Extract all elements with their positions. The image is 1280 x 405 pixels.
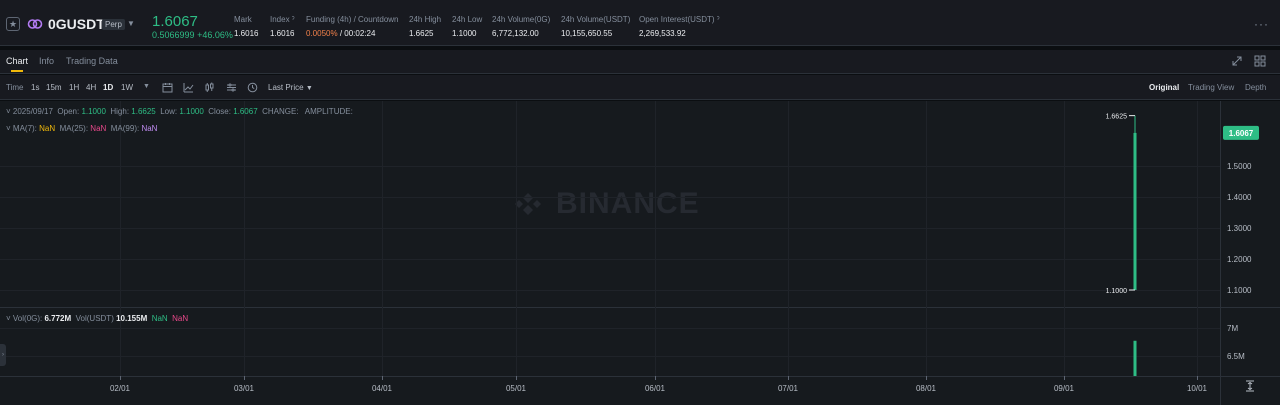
x-tick-label: 05/01 [506, 384, 527, 393]
y-tick-label: 1.3000 [1227, 224, 1252, 233]
legend-vol-ma2: NaN [172, 314, 189, 323]
legend-vol-ma1: NaN [151, 314, 168, 323]
candle-body [1133, 132, 1137, 290]
stat-funding: Funding (4h) / Countdown 0.0050% / 00:02… [306, 15, 399, 38]
x-tick-label: 03/01 [234, 384, 255, 393]
x-tick-label: 07/01 [778, 384, 799, 393]
ticker-header: ★ 0GUSDT Perp ▼ 1.6067 0.5066999 +46.06%… [0, 0, 1280, 46]
stat-index[interactable]: Index ˀ 1.6016 [270, 15, 295, 38]
price-mode-label: Last Price [268, 83, 304, 92]
indicator-settings-icon[interactable] [226, 82, 237, 93]
view-original[interactable]: Original [1149, 83, 1179, 92]
legend-close: 1.6067 [233, 107, 258, 116]
candlestick-icon[interactable] [204, 82, 215, 93]
expand-icon[interactable] [1231, 55, 1243, 67]
clock-icon[interactable] [247, 82, 258, 93]
legend-collapse-caret-icon[interactable]: ˅ [6, 107, 11, 116]
interval-1w[interactable]: 1W [121, 83, 133, 92]
interval-toolbar: Time 1s 15m 1H 4H 1D 1W ▼ Last Price ▼ O… [0, 75, 1280, 100]
last-price: 1.6067 [152, 13, 198, 30]
price-change: 0.5066999 +46.06% [152, 30, 233, 40]
price-chart[interactable]: 02/01 03/01 04/01 05/01 06/01 07/01 08/01 09/01… [0, 101, 1280, 405]
chart-scroll-handle[interactable]: › [0, 344, 6, 366]
legend-vol-usdt: 10.155M [116, 314, 148, 323]
interval-15m[interactable]: 15m [46, 83, 62, 92]
interval-1d[interactable]: 1D [103, 83, 113, 92]
funding-countdown: / 00:02:24 [337, 29, 376, 38]
stat-open-interest[interactable]: Open Interest(USDT) ˀ 2,269,533.92 [639, 15, 720, 38]
legend-ma25: NaN [90, 124, 107, 133]
legend-date: 2025/09/17 [12, 107, 53, 116]
interval-1s[interactable]: 1s [31, 83, 39, 92]
line-chart-icon[interactable] [183, 82, 194, 93]
price-mode-select[interactable]: Last Price ▼ [268, 83, 313, 92]
stat-mark: Mark 1.6016 [234, 15, 259, 38]
y-tick-label: 1.1000 [1227, 286, 1252, 295]
view-trading-view[interactable]: Trading View [1188, 83, 1234, 92]
tab-info[interactable]: Info [39, 56, 54, 66]
volume-y-tick-label: 6.5M [1227, 352, 1245, 361]
y-tick-label: 1.5000 [1227, 162, 1252, 171]
layout-grid-icon[interactable] [1254, 55, 1266, 67]
more-options-icon[interactable]: ··· [1254, 17, 1269, 31]
chart-tabs: Chart Info Trading Data [0, 50, 1280, 74]
volume-collapse-caret-icon[interactable]: ˅ [6, 314, 11, 323]
y-tick-label: 1.2000 [1227, 255, 1252, 264]
tab-chart[interactable]: Chart [6, 56, 28, 66]
interval-1h[interactable]: 1H [69, 83, 79, 92]
low-marker-label: 1.1000 [1106, 288, 1128, 295]
x-tick-label: 08/01 [916, 384, 937, 393]
volume-y-tick-label: 7M [1227, 324, 1238, 333]
interval-label-time: Time [6, 83, 24, 92]
ma-legend: ˅ MA(7): NaN MA(25): NaN MA(99): NaN [6, 124, 158, 133]
price-mode-caret-icon: ▼ [305, 85, 313, 92]
interval-4h[interactable]: 4H [86, 83, 96, 92]
volume-legend: ˅ Vol(0G): 6.772M Vol(USDT) 10.155M NaN … [6, 314, 189, 323]
legend-high: 1.6625 [131, 107, 156, 116]
legend-ma99: NaN [141, 124, 158, 133]
y-tick-label: 1.4000 [1227, 193, 1252, 202]
stat-24h-volume-usdt: 24h Volume(USDT) 10,155,650.55 [561, 15, 631, 38]
tab-trading-data[interactable]: Trading Data [66, 56, 118, 66]
active-tab-indicator [11, 70, 23, 72]
stat-24h-high: 24h High 1.6625 [409, 15, 442, 38]
legend-amplitude: AMPLITUDE: [304, 107, 353, 116]
funding-rate: 0.0050% [306, 29, 338, 38]
stat-24h-low: 24h Low 1.1000 [452, 15, 483, 38]
legend-low: 1.1000 [179, 107, 204, 116]
legend-open: 1.1000 [81, 107, 106, 116]
legend-change: CHANGE: [262, 107, 299, 116]
x-tick-label: 10/01 [1187, 384, 1208, 393]
contract-type-badge: Perp [102, 19, 125, 30]
symbol-dropdown-caret-icon[interactable]: ▼ [127, 19, 135, 28]
autoscale-icon[interactable] [1244, 380, 1256, 392]
x-tick-label: 04/01 [372, 384, 393, 393]
legend-vol-0g: 6.772M [44, 314, 72, 323]
chart-area[interactable]: BINANCE 02/01 03/01 04/01 05/01 06/01 07/01 08… [0, 101, 1280, 405]
more-intervals-caret-icon[interactable]: ▼ [143, 83, 150, 90]
x-tick-label: 09/01 [1054, 384, 1075, 393]
symbol-name[interactable]: 0GUSDT [48, 16, 105, 32]
price-change-pct: +46.06% [197, 30, 233, 40]
stat-24h-volume-0g: 24h Volume(0G) 6,772,132.00 [492, 15, 551, 38]
0g-coin-logo-icon [27, 19, 43, 29]
calendar-icon[interactable] [162, 82, 173, 93]
x-tick-label: 06/01 [645, 384, 666, 393]
favorite-star-icon[interactable]: ★ [6, 17, 20, 31]
ma-collapse-caret-icon[interactable]: ˅ [6, 124, 11, 133]
high-marker-label: 1.6625 [1106, 114, 1128, 121]
ohlc-legend: ˅ 2025/09/17 Open: 1.1000 High: 1.6625 L… [6, 107, 353, 116]
legend-ma7: NaN [39, 124, 56, 133]
x-tick-label: 02/01 [110, 384, 131, 393]
price-change-abs: 0.5066999 [152, 30, 195, 40]
view-depth[interactable]: Depth [1245, 83, 1266, 92]
volume-bar [1133, 340, 1137, 376]
current-price-tag-label: 1.6067 [1229, 129, 1254, 138]
